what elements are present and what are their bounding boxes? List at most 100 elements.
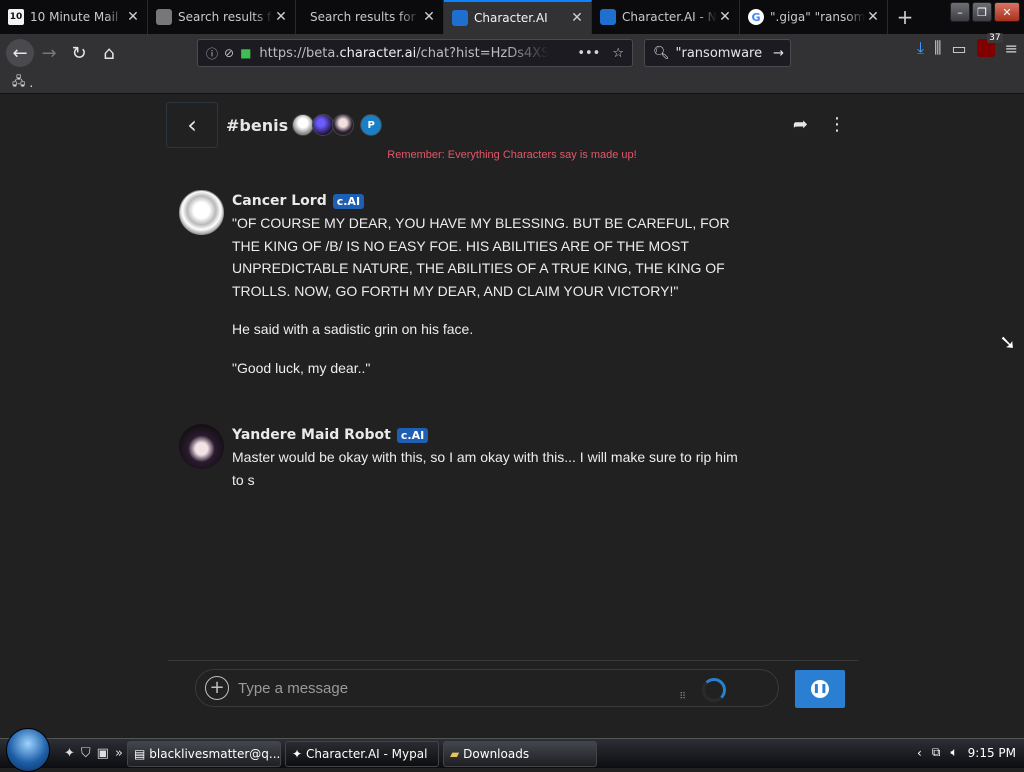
- mouse-cursor-icon: ➘: [999, 330, 1016, 354]
- ten-minute-mail-icon: 10: [8, 9, 24, 25]
- avatar-initial: P: [360, 114, 383, 136]
- navigation-toolbar: ← → ↻ ⌂ ⓘ ⊘ ■ https://beta.character.ai/…: [0, 33, 1024, 72]
- divider: [168, 660, 858, 661]
- network-icon[interactable]: ⧉: [932, 745, 941, 760]
- address-bar[interactable]: ⓘ ⊘ ■ https://beta.character.ai/chat?his…: [197, 39, 633, 67]
- quick-launch: ✦ ⛉ ▣ »: [64, 746, 123, 761]
- tab-character-ai[interactable]: Character.AI ✕: [444, 0, 592, 34]
- pause-generation-button[interactable]: ❚❚: [795, 670, 845, 708]
- avatar: [312, 114, 335, 136]
- downloads-icon[interactable]: ⤓: [917, 38, 924, 58]
- overflow-chevron-icon[interactable]: »: [115, 746, 123, 761]
- tab-title: Search results for "c: [310, 10, 421, 24]
- forward-button[interactable]: →: [34, 38, 64, 68]
- close-icon[interactable]: ✕: [569, 10, 585, 26]
- google-icon: G: [748, 9, 764, 25]
- message-input[interactable]: [238, 679, 678, 697]
- tab-search-results-1[interactable]: Search results fo ✕: [148, 0, 296, 34]
- library-icon[interactable]: ⫼: [934, 38, 941, 58]
- taskbar-item-label: Downloads: [463, 746, 530, 761]
- character-ai-icon: [452, 10, 468, 26]
- tab-title: ".giga" "ransom: [770, 10, 865, 24]
- tab-title: 10 Minute Mail: [30, 10, 119, 24]
- restore-window-button[interactable]: ❐: [972, 2, 992, 22]
- tab-title: Search results fo: [178, 10, 273, 24]
- close-icon[interactable]: ✕: [717, 9, 733, 25]
- tab-title: Character.AI: [474, 11, 548, 25]
- taskbar-item-downloads[interactable]: ▰ Downloads: [442, 740, 597, 767]
- taskbar-item-mypal[interactable]: ✦ Character.AI - Mypal: [284, 740, 439, 767]
- disclaimer-text: Remember: Everything Characters say is m…: [387, 149, 637, 161]
- browser-quicklaunch-icon[interactable]: ✦: [64, 746, 75, 761]
- more-vertical-icon[interactable]: ⋮: [828, 114, 846, 135]
- room-name: #benis: [226, 115, 289, 135]
- cai-badge: c.AI: [396, 427, 429, 443]
- page-actions-button[interactable]: •••: [577, 46, 600, 61]
- windows-taskbar: ✦ ⛉ ▣ » ▤ blacklivesmatter@q... ✦ Charac…: [0, 727, 1024, 772]
- sidebar-icon[interactable]: ▭: [951, 39, 966, 58]
- taskbar-item-label: blacklivesmatter@q...: [149, 746, 281, 761]
- close-icon[interactable]: ✕: [125, 9, 141, 25]
- message-paragraph: "OF COURSE MY DEAR, YOU HAVE MY BLESSING…: [232, 215, 730, 299]
- character-ai-icon: [600, 9, 616, 25]
- close-icon[interactable]: ✕: [865, 9, 881, 25]
- menu-hamburger-icon[interactable]: ≡: [1005, 39, 1018, 58]
- message-paragraph: "Good luck, my dear..": [232, 359, 371, 376]
- lock-icon: ■: [240, 46, 252, 60]
- tab-search-results-2[interactable]: Search results for "c ✕: [296, 0, 444, 34]
- close-icon[interactable]: ✕: [421, 9, 437, 25]
- toolbar-icons: ⤓ ⫼ ▭ 37 ≡: [917, 33, 1018, 58]
- tab-character-ai-2[interactable]: Character.AI - N ✕: [592, 0, 740, 34]
- search-extension-icon: [156, 9, 172, 25]
- search-icon: 🔍︎: [653, 45, 670, 61]
- add-icon[interactable]: +: [205, 676, 229, 700]
- volume-icon[interactable]: 🔈︎: [950, 745, 957, 760]
- start-button[interactable]: [6, 727, 50, 772]
- character-name[interactable]: Cancer Lord: [232, 193, 327, 209]
- search-go-arrow-icon[interactable]: →: [773, 46, 784, 61]
- tray-expand-icon[interactable]: ‹: [917, 746, 922, 760]
- participant-avatars[interactable]: P: [292, 114, 383, 136]
- desktop-icon[interactable]: ▣: [97, 746, 109, 761]
- avatar: [332, 114, 355, 136]
- ublock-icon[interactable]: 37: [976, 33, 1003, 57]
- minimize-window-button[interactable]: –: [950, 2, 970, 22]
- loading-spinner-icon: [702, 678, 726, 702]
- home-button[interactable]: ⌂: [94, 38, 124, 68]
- tab-title: Character.AI - N: [622, 10, 717, 24]
- shield-icon[interactable]: ⛉: [81, 746, 91, 761]
- back-button[interactable]: ←: [6, 39, 34, 67]
- message-composer: + ⠿: [195, 669, 779, 707]
- search-bar[interactable]: 🔍︎ "ransomware →: [644, 39, 791, 67]
- close-icon[interactable]: ✕: [273, 9, 289, 25]
- avatar[interactable]: [179, 424, 224, 469]
- new-tab-button[interactable]: +: [888, 0, 922, 34]
- chat-header: ‹ #benis P ➦ ⋮: [166, 102, 858, 148]
- character-name[interactable]: Yandere Maid Robot: [232, 427, 391, 443]
- bookmark-star-icon[interactable]: ☆: [612, 46, 624, 61]
- message-paragraph: Master would be okay with this, so I am …: [232, 449, 738, 488]
- cai-badge: c.AI: [332, 193, 365, 209]
- bookmark-label[interactable]: .: [29, 76, 33, 90]
- avatar: [292, 114, 315, 136]
- clock[interactable]: 9:15 PM: [968, 746, 1016, 760]
- info-icon[interactable]: ⓘ: [206, 45, 218, 62]
- search-input[interactable]: "ransomware: [676, 46, 763, 61]
- app-icon: ▤: [133, 746, 146, 761]
- chat-back-button[interactable]: ‹: [166, 102, 218, 148]
- reload-button[interactable]: ↻: [64, 38, 94, 68]
- bookmarks-toolbar: 🖧 .: [0, 72, 1024, 94]
- tab-10-minute-mail[interactable]: 10 10 Minute Mail ✕: [0, 0, 148, 34]
- window-controls: – ❐ ✕: [950, 2, 1020, 22]
- avatar[interactable]: [179, 190, 224, 235]
- pause-icon: ❚❚: [811, 680, 829, 698]
- share-icon[interactable]: ➦: [793, 114, 808, 135]
- taskbar-item-email[interactable]: ▤ blacklivesmatter@q...: [126, 740, 281, 767]
- close-window-button[interactable]: ✕: [994, 2, 1020, 22]
- tracking-protection-icon[interactable]: ⊘: [224, 46, 234, 60]
- browser-tab-strip: 10 10 Minute Mail ✕ Search results fo ✕ …: [0, 0, 1024, 34]
- bookmark-folder-icon[interactable]: 🖧: [12, 72, 25, 93]
- taskbar-item-label: Character.AI - Mypal: [306, 746, 428, 761]
- resize-handle-icon[interactable]: ⠿: [679, 692, 686, 702]
- tab-google-search[interactable]: G ".giga" "ransom ✕: [740, 0, 888, 34]
